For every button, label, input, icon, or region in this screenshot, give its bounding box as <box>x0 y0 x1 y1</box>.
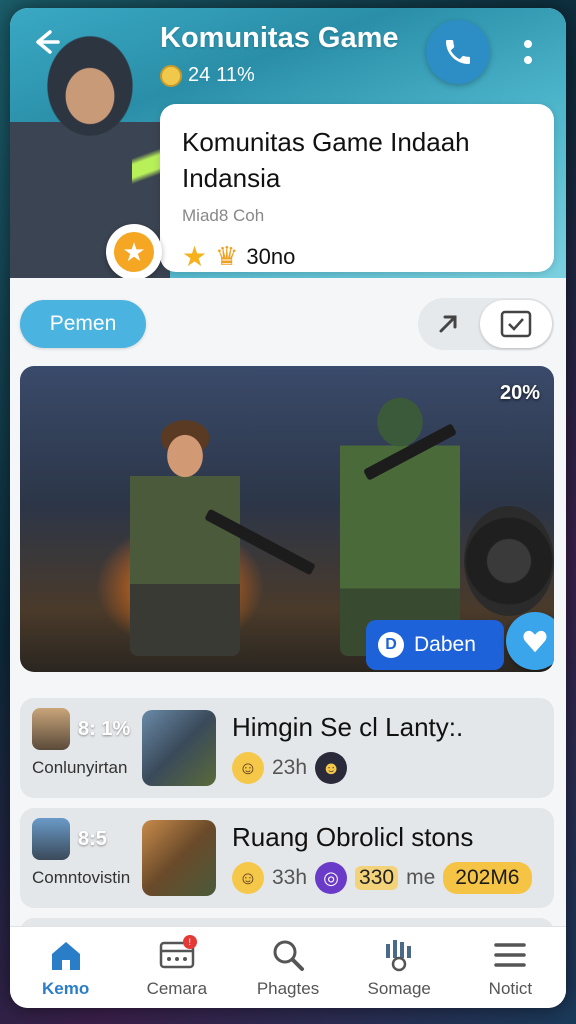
more-options-button[interactable] <box>514 28 542 76</box>
star-badge-icon: ★ <box>114 232 154 272</box>
nav-item-home[interactable]: Kemo <box>10 927 121 1008</box>
group-avatar <box>142 820 216 896</box>
group-avatar <box>142 710 216 786</box>
chip-label: Daben <box>414 633 476 656</box>
heart-icon <box>523 630 547 653</box>
d-logo-icon: D <box>378 632 404 658</box>
dot-icon <box>524 40 532 48</box>
edit-tool-button[interactable] <box>418 300 478 348</box>
meta-count: 24 <box>188 64 211 86</box>
list-item-label: Conlunyirtan <box>32 758 128 777</box>
soldier-figure <box>130 416 240 656</box>
rating-value: 30no <box>246 243 296 269</box>
soldier-figure <box>340 386 460 656</box>
coin-icon <box>160 64 182 87</box>
dot-icon <box>524 56 532 64</box>
list-item-title: Ruang Obrolicl stons <box>232 822 474 852</box>
home-icon <box>46 937 86 973</box>
featured-media-image[interactable]: 20% D Daben <box>20 366 554 672</box>
community-subtitle: Miad8 Coh <box>182 206 265 225</box>
daben-chip-button[interactable]: D Daben <box>366 620 504 670</box>
community-header: Komunitas Game 24 11% Komunitas Game Ind… <box>10 8 566 278</box>
list-item-meta: ☺ 23h ☻ <box>232 752 348 784</box>
nav-item-menu[interactable]: Notict <box>455 927 566 1008</box>
checkbox-tool-button[interactable] <box>480 300 552 348</box>
list-item-count-suffix: me <box>406 866 436 889</box>
list-item-meta: ☺ 33h ◎ 330 me 202M6 <box>232 862 532 894</box>
stats-icon <box>379 937 419 973</box>
meta-percent: 11% <box>216 64 255 86</box>
search-icon <box>268 937 308 973</box>
location-fab-button[interactable] <box>506 612 554 670</box>
notification-badge: ! <box>182 934 197 949</box>
user-thumbnail <box>32 818 70 860</box>
nav-item-search[interactable]: Phagtes <box>232 927 343 1008</box>
tool-toggle-group <box>418 298 554 350</box>
list-item[interactable]: 8:5 Comntovistin Ruang Obrolicl stons ☺ … <box>20 808 554 908</box>
community-name: Komunitas Game Indaah Indansia <box>182 127 470 193</box>
nav-label: Notict <box>488 978 533 998</box>
checkbox-icon <box>500 310 532 338</box>
back-button[interactable] <box>26 26 66 66</box>
page-title: Komunitas Game <box>160 22 399 54</box>
list-item-title: Himgin Se cl Lanty:. <box>232 712 464 742</box>
list-item-stats: 8: 1% Conlunyirtan <box>30 708 140 788</box>
list-item-time: 23h <box>272 756 308 779</box>
menu-icon <box>490 937 530 973</box>
list-item-pct: 8:5 <box>78 828 107 850</box>
bottom-navigation: Kemo ! Cemara Phagtes Somage Notict <box>10 926 566 1008</box>
phone-icon <box>446 40 470 64</box>
nav-item-stats[interactable]: Somage <box>344 927 455 1008</box>
media-percent: 20% <box>499 382 540 404</box>
emoji-icon: ☻ <box>315 752 348 784</box>
nav-label: Kemo <box>41 978 90 998</box>
list-item-pct: 8: 1% <box>78 718 131 740</box>
nav-label: Phagtes <box>256 978 320 998</box>
list-item-stats: 8:5 Comntovistin <box>30 818 140 898</box>
nav-label: Cemara <box>146 978 208 998</box>
nav-item-inbox[interactable]: ! Cemara <box>121 927 232 1008</box>
emoji-icon: ☺ <box>232 752 264 784</box>
app-screen: Komunitas Game 24 11% Komunitas Game Ind… <box>10 8 566 1008</box>
inbox-icon: ! <box>157 934 197 973</box>
level-badge: ★ <box>106 224 162 278</box>
user-thumbnail <box>32 708 70 750</box>
list-item[interactable]: 8: 1% Conlunyirtan Himgin Se cl Lanty:. … <box>20 698 554 798</box>
crown-icon: ♛ <box>215 241 239 271</box>
pemen-button[interactable]: Pemen <box>20 300 146 348</box>
emoji-icon: ◎ <box>315 862 348 894</box>
list-item-tag: 202M6 <box>443 862 532 894</box>
header-meta: 24 11% <box>160 64 255 87</box>
call-button[interactable] <box>426 20 490 84</box>
arrow-up-right-icon <box>439 315 457 333</box>
list-item-time: 33h <box>272 866 308 889</box>
emoji-icon: ☺ <box>232 862 264 894</box>
community-info-card: Komunitas Game Indaah Indansia Miad8 Coh… <box>160 104 554 272</box>
tire-prop <box>464 506 554 616</box>
community-rating: ★ ♛ 30no <box>182 240 532 273</box>
nav-label: Somage <box>367 978 431 998</box>
list-item-count: 330 <box>355 866 399 890</box>
list-item-label: Comntovistin <box>32 868 131 887</box>
arrow-left-icon <box>36 30 60 54</box>
star-icon: ★ <box>182 241 208 272</box>
